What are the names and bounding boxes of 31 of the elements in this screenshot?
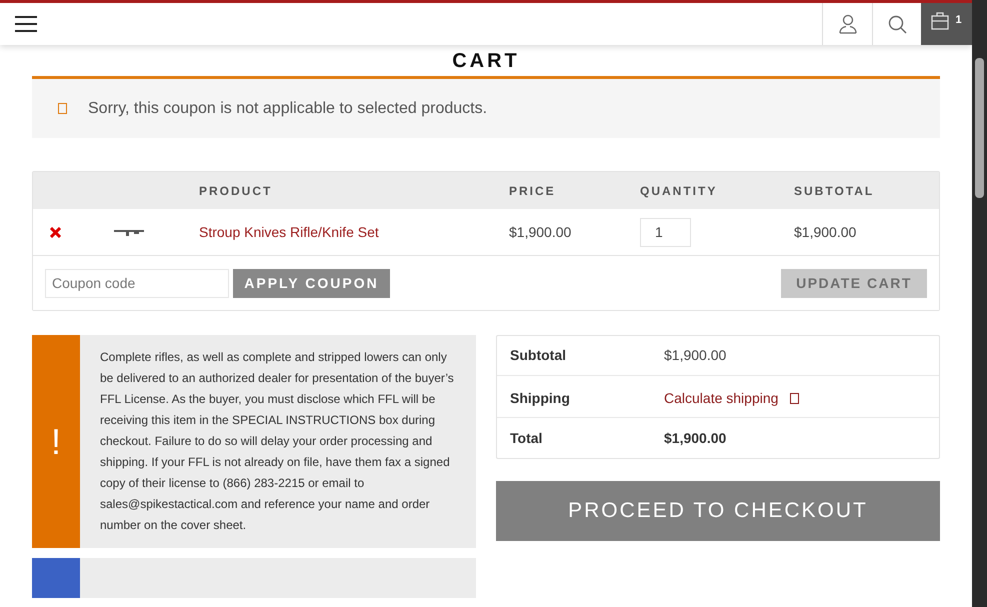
cart-button[interactable]: 1	[921, 3, 972, 45]
error-message: Sorry, this coupon is not applicable to selected products.	[88, 98, 488, 118]
rifle-thumbnail	[114, 228, 144, 236]
subtotal-cell-text: $1,900.00	[794, 222, 856, 242]
scrollbar[interactable]	[972, 0, 987, 607]
column-header: SUBTOTAL	[794, 182, 874, 200]
cart-count: 1	[955, 13, 962, 28]
quantity-field[interactable]: 1	[640, 218, 691, 246]
menu-icon[interactable]	[15, 16, 37, 32]
totals-value: $1,900.00	[664, 346, 726, 365]
price-cell-text: $1,900.00	[509, 222, 572, 242]
bag-icon	[931, 12, 950, 30]
notice-text: Complete rifles, as well as complete and stripped lowers can only be delivered to an authorized dealer for presentation of the buyer’s FFL License. As the buyer, you must disclose which FFL will be receiving this item in the SPECIAL INSTRUCTIONS box during checkout. Failure to do so will delay your order processing and shipping. If your FFL is not already on file, have them fax a signed copy of their license to (866) 283-2215 or email to sales@spikestactical.com and reference your name and order number on the cover sheet.	[99, 349, 455, 534]
totals-label: Subtotal	[510, 346, 567, 365]
column-header: PRODUCT	[199, 182, 274, 200]
product-link[interactable]: Stroup Knives Rifle/Knife Set	[199, 222, 509, 242]
totals-label: Shipping	[510, 389, 571, 408]
coupon-field[interactable]: Coupon code	[45, 268, 229, 298]
apply-coupon-button[interactable]: APPLY COUPON	[233, 268, 390, 298]
remove-icon	[50, 226, 61, 238]
page-title: CART	[452, 49, 520, 74]
checkout-button[interactable]: PROCEED TO CHECKOUT	[496, 481, 940, 541]
exclamation-mark: !	[50, 424, 61, 460]
search-icon	[888, 14, 906, 34]
totals-label: Total	[510, 428, 544, 448]
remove-button[interactable]	[50, 226, 61, 238]
user-icon	[838, 14, 858, 34]
totals-value: $1,900.00	[664, 428, 726, 448]
calculate-shipping-link[interactable]: Calculate shipping	[664, 388, 778, 409]
column-header: QUANTITY	[640, 182, 718, 200]
column-header: PRICE	[509, 182, 557, 200]
